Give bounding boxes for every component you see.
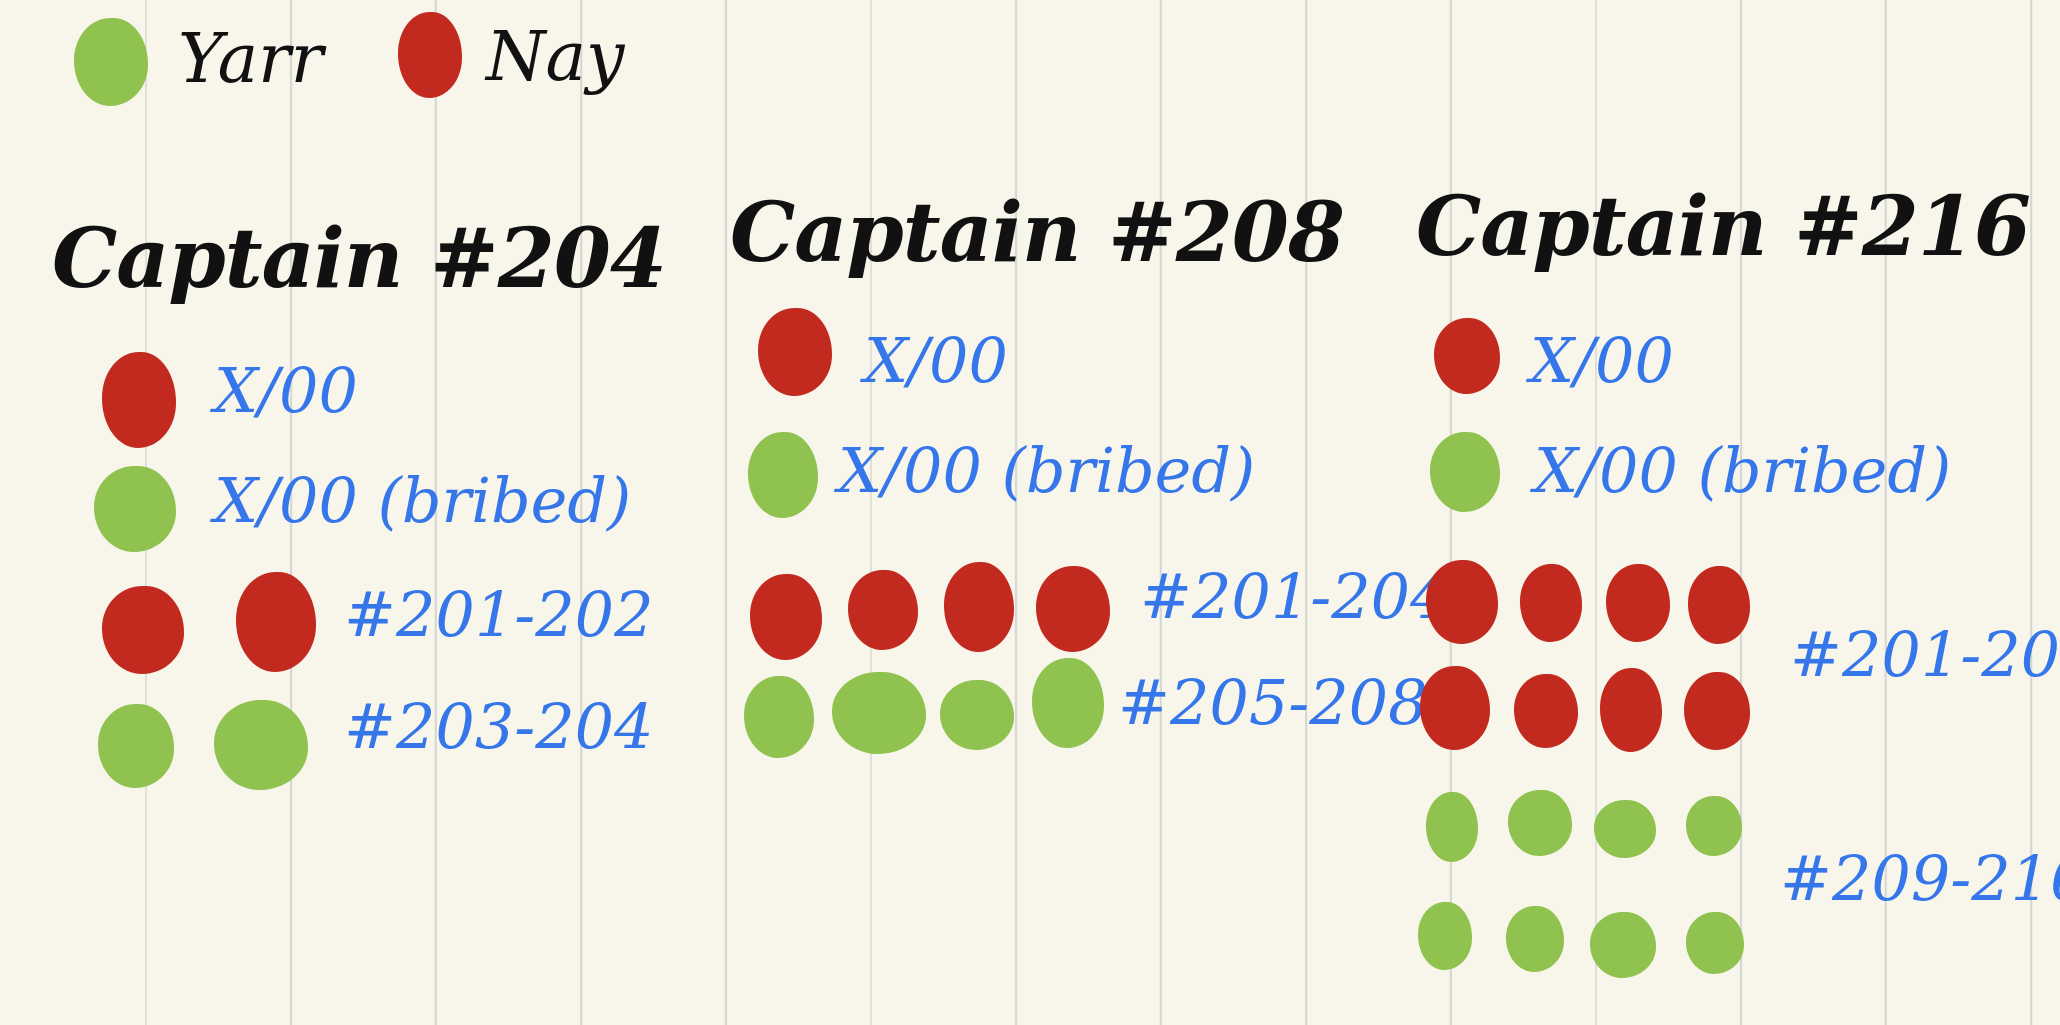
- captain-208-group-1-label: #201-204: [1140, 560, 1450, 633]
- vote-dot: [1426, 560, 1498, 644]
- captain-216-title: Captain #216: [1416, 179, 2031, 275]
- vote-dot: [102, 586, 184, 674]
- vote-dot: [1684, 672, 1750, 750]
- captain-208-group-2-label: #205-208: [1118, 666, 1428, 739]
- captain-204-title: Captain #204: [52, 211, 667, 307]
- vote-dot: [214, 700, 308, 790]
- captain-216-self-note: X/00: [1530, 324, 1674, 397]
- vote-dot: [1686, 912, 1744, 974]
- vote-dot: [102, 352, 176, 448]
- vote-dot: [748, 432, 818, 518]
- vote-dot: [1688, 566, 1750, 644]
- vote-dot: [1420, 666, 1490, 750]
- captain-216-bribed-note: X/00 (bribed): [1534, 434, 1952, 507]
- vote-dot: [944, 562, 1014, 652]
- captain-204-group-1-label: #201-202: [344, 578, 654, 651]
- vote-dot: [940, 680, 1014, 750]
- captain-208-self-note: X/00: [864, 324, 1008, 397]
- vote-dot: [1686, 796, 1742, 856]
- vote-dot: [1606, 564, 1670, 642]
- captain-216-group-2-label: #209-216: [1780, 842, 2060, 915]
- vote-dot: [1036, 566, 1110, 652]
- vote-dot: [1032, 658, 1104, 748]
- vote-dot: [848, 570, 918, 650]
- legend-nay-label: Nay: [486, 18, 625, 97]
- vote-dot: [758, 308, 832, 396]
- captain-208-bribed-note: X/00 (bribed): [838, 434, 1256, 507]
- captain-216-group-1-label: #201-208: [1790, 618, 2060, 691]
- vote-dot: [1426, 792, 1478, 862]
- vote-dot: [98, 704, 174, 788]
- captain-204-self-note: X/00: [214, 354, 358, 427]
- captain-204-group-2-label: #203-204: [344, 690, 654, 763]
- notes-canvas: Yarr Nay Captain #204 X/00 X/00 (bribed)…: [0, 0, 2060, 1025]
- legend-yarr-label: Yarr: [178, 20, 324, 99]
- vote-dot: [1594, 800, 1656, 858]
- legend-yarr-dot: [74, 18, 148, 106]
- vote-dot: [1506, 906, 1564, 972]
- vote-dot: [1514, 674, 1578, 748]
- vote-dot: [94, 466, 176, 552]
- vote-dot: [832, 672, 926, 754]
- vote-dot: [744, 676, 814, 758]
- vote-dot: [1600, 668, 1662, 752]
- vote-dot: [236, 572, 316, 672]
- vote-dot: [1434, 318, 1500, 394]
- vote-dot: [1520, 564, 1582, 642]
- captain-204-bribed-note: X/00 (bribed): [214, 464, 632, 537]
- legend-nay-dot: [398, 12, 462, 98]
- vote-dot: [1418, 902, 1472, 970]
- vote-dot: [1430, 432, 1500, 512]
- vote-dot: [1508, 790, 1572, 856]
- vote-dot: [750, 574, 822, 660]
- captain-208-title: Captain #208: [730, 185, 1345, 281]
- vote-dot: [1590, 912, 1656, 978]
